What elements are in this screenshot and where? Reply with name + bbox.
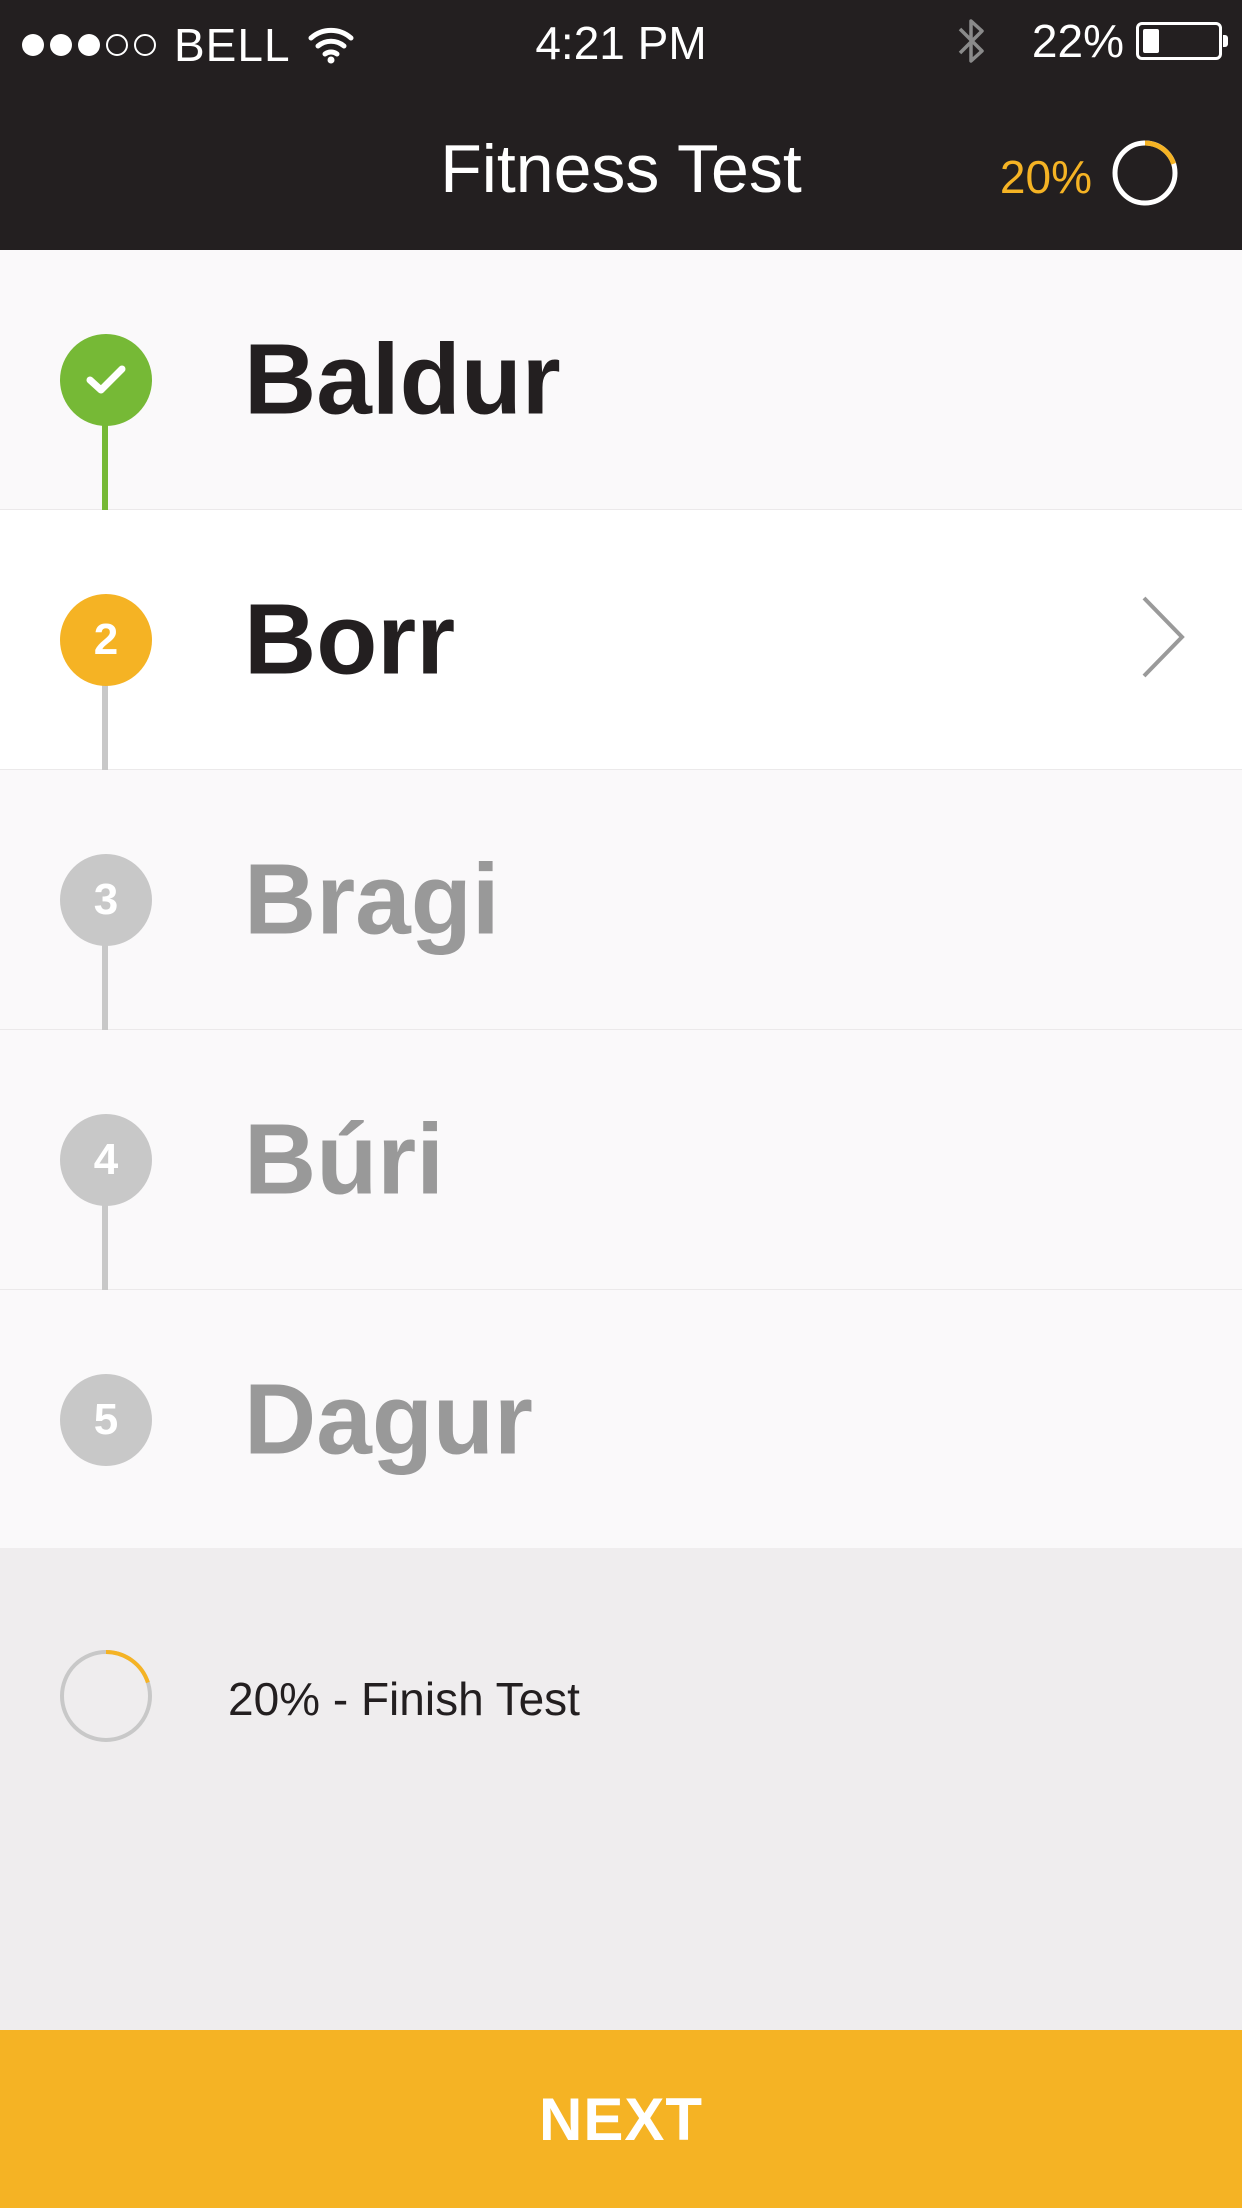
step-badge: 4 [60,1114,152,1206]
battery-percent: 22% [1031,15,1124,67]
step-name: Dagur [244,1363,533,1475]
battery-level [1143,29,1159,53]
step-name: Baldur [244,323,561,435]
bluetooth-icon [958,19,984,63]
battery-icon [1136,22,1228,60]
step-badge: 3 [60,854,152,946]
status-bar: BELL 4:21 PM 22% [0,0,1242,84]
step-name: Bragi [244,843,500,955]
checkmark-icon [86,365,126,394]
step-row-baldur[interactable]: Baldur [0,250,1242,510]
progress-ring-icon [1112,140,1178,206]
nav-bar: Fitness Test 20% [0,84,1242,250]
step-badge-active: 2 [60,594,152,686]
finish-progress-ring-icon [60,1650,152,1742]
step-badge: 5 [60,1374,152,1466]
finish-section: 20% - Finish Test [0,1548,1242,2030]
step-name: Borr [244,583,456,695]
step-badge-done [60,334,152,426]
step-row-borr[interactable]: Borr [0,510,1242,770]
finish-test-label[interactable]: 20% - Finish Test [228,1672,580,1726]
step-row-dagur[interactable]: Dagur [0,1290,1242,1550]
step-name: Búri [244,1103,444,1215]
header-progress-label: 20% [999,151,1092,203]
status-right: 22% [956,14,1228,68]
chevron-right-icon [1142,596,1185,678]
step-list: Baldur Borr Bragi Búri Dagur [0,250,1242,1550]
next-button[interactable]: NEXT [0,2030,1242,2208]
step-row-bragi[interactable]: Bragi [0,770,1242,1030]
step-row-buri[interactable]: Búri [0,1030,1242,1290]
